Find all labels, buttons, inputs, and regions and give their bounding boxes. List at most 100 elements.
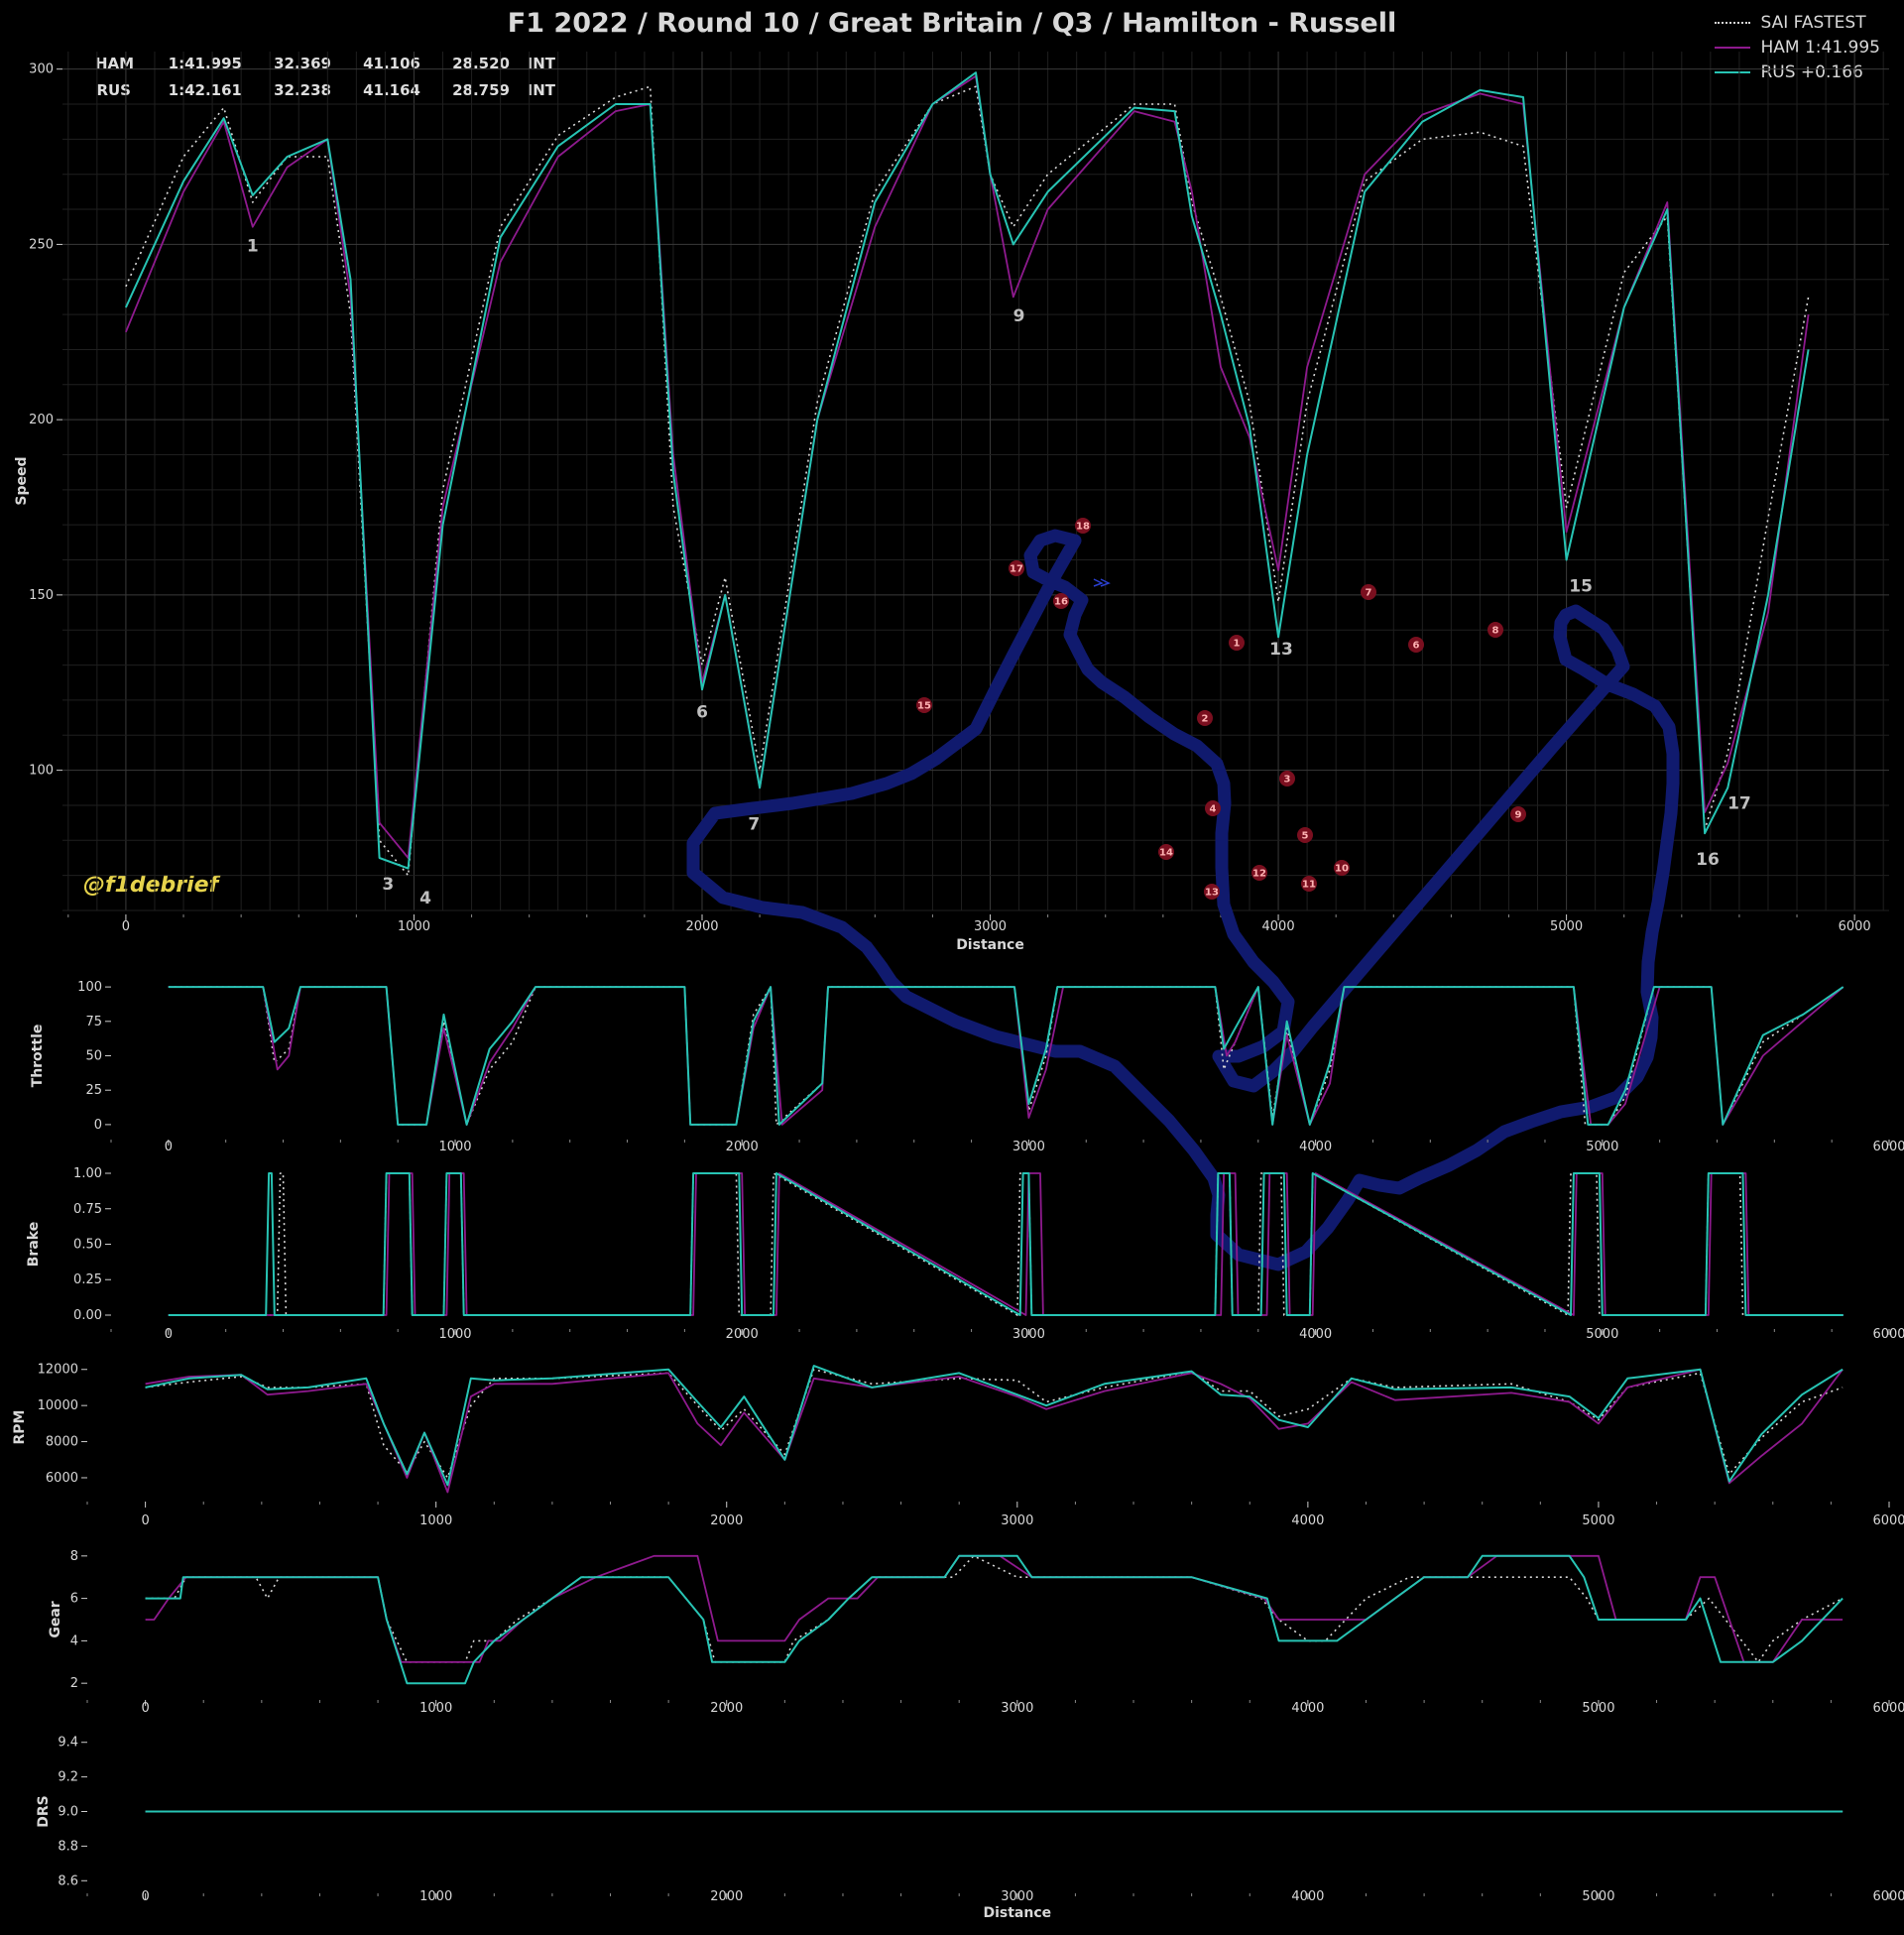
x-tick-label: 0 <box>122 919 130 934</box>
y-axis-label: Throttle <box>30 1025 46 1088</box>
corner-label: 9 <box>1013 306 1025 326</box>
y-tick-label: 8 <box>70 1549 78 1564</box>
track-corner-number: 17 <box>1010 564 1023 575</box>
y-tick-label: 1.00 <box>73 1166 102 1181</box>
track-corner-number: 5 <box>1302 831 1309 842</box>
track-corner-number: 6 <box>1413 641 1420 652</box>
track-outline <box>686 529 1680 1271</box>
y-tick-label: 100 <box>77 980 102 995</box>
corner-label: 6 <box>696 703 708 723</box>
rpm-line-ham <box>145 1368 1844 1494</box>
x-tick-label: 0 <box>141 1701 149 1716</box>
y-tick-label: 6000 <box>46 1471 78 1486</box>
track-corner-number: 4 <box>1210 804 1217 815</box>
x-tick-label: 5000 <box>1586 1327 1618 1342</box>
telemetry-charts: 0 1000 2000 3000 4000 5000 6000100150200250300… <box>12 52 1904 1921</box>
track-corner-number: 12 <box>1252 869 1266 880</box>
x-tick-label: 6000 <box>1872 1889 1904 1904</box>
x-axis-label: Distance <box>956 937 1024 953</box>
x-tick-label: 3000 <box>1012 1140 1045 1154</box>
corner-label: 1 <box>247 236 259 256</box>
x-tick-label: 1000 <box>419 1513 452 1528</box>
gear-line-ham <box>145 1554 1844 1663</box>
x-tick-label: 3000 <box>1001 1701 1033 1716</box>
y-axis-label: Speed <box>14 456 30 505</box>
corner-label: 16 <box>1696 850 1720 870</box>
y-axis-label: RPM <box>12 1410 28 1445</box>
x-tick-label: 1000 <box>398 919 430 934</box>
x-tick-label: 0 <box>165 1327 173 1342</box>
y-tick-label: 9.0 <box>58 1805 78 1820</box>
drs-panel: 0 1000 2000 3000 4000 5000 6000 8.6 8.8 9.0 9.2 9.4… <box>36 1736 1904 1921</box>
corner-label: 7 <box>748 815 760 835</box>
speed-line-sai <box>125 85 1810 877</box>
y-tick-label: 75 <box>85 1015 102 1029</box>
y-tick-label: 0 <box>94 1118 102 1133</box>
y-tick-label: 300 <box>29 62 54 77</box>
x-tick-label: 5000 <box>1550 919 1583 934</box>
x-tick-label: 3000 <box>1012 1327 1045 1342</box>
track-corner-number: 13 <box>1205 888 1219 899</box>
x-tick-label: 1000 <box>419 1889 452 1904</box>
y-axis-label: DRS <box>36 1795 52 1827</box>
y-tick-label: 6 <box>70 1592 78 1607</box>
track-corner-number: 1 <box>1234 639 1241 650</box>
y-tick-label: 8.8 <box>58 1839 78 1854</box>
track-corner-number: 11 <box>1302 880 1316 891</box>
x-tick-label: 2000 <box>710 1513 743 1528</box>
brake-line-ham <box>168 1172 1844 1316</box>
x-tick-label: 5000 <box>1586 1140 1618 1154</box>
brake-panel: 0 1000 2000 3000 4000 5000 6000 0.00 0.25 0.50 0.7… <box>26 1166 1904 1342</box>
x-tick-label: 1000 <box>438 1327 471 1342</box>
rpm-line-rus <box>145 1365 1844 1487</box>
x-tick-label: 4000 <box>1291 1889 1324 1904</box>
track-corner-number: 7 <box>1366 588 1372 599</box>
x-tick-label: 6000 <box>1839 919 1871 934</box>
y-tick-label: 9.4 <box>58 1736 78 1751</box>
x-tick-label: 4000 <box>1299 1140 1332 1154</box>
brake-line-sai <box>168 1172 1844 1316</box>
y-tick-label: 200 <box>29 413 54 427</box>
x-tick-label: 2000 <box>726 1140 759 1154</box>
x-tick-label: 1000 <box>438 1140 471 1154</box>
gear-line-sai <box>145 1555 1844 1663</box>
y-tick-label: 9.2 <box>58 1770 78 1785</box>
x-tick-label: 6000 <box>1872 1513 1904 1528</box>
x-tick-label: 0 <box>141 1513 149 1528</box>
track-corner-number: 14 <box>1159 848 1173 859</box>
track-corner-number: 10 <box>1335 864 1349 875</box>
x-tick-label: 6000 <box>1872 1140 1904 1154</box>
y-axis-label: Brake <box>26 1222 42 1267</box>
y-tick-label: 8.6 <box>58 1874 78 1888</box>
x-tick-label: 4000 <box>1299 1327 1332 1342</box>
direction-arrow-icon <box>1093 578 1111 587</box>
x-axis-label: Distance <box>983 1905 1051 1921</box>
corner-label: 17 <box>1727 793 1751 813</box>
x-tick-label: 0 <box>141 1889 149 1904</box>
track-corner-number: 18 <box>1076 522 1090 533</box>
y-tick-label: 2 <box>70 1676 78 1691</box>
x-tick-label: 2000 <box>726 1327 759 1342</box>
y-tick-label: 0.00 <box>73 1308 102 1323</box>
y-tick-label: 12000 <box>38 1363 78 1378</box>
x-tick-label: 4000 <box>1291 1701 1324 1716</box>
x-tick-label: 5000 <box>1582 1513 1614 1528</box>
track-corner-number: 15 <box>917 701 931 712</box>
x-tick-label: 3000 <box>974 919 1007 934</box>
x-tick-label: 2000 <box>710 1701 743 1716</box>
corner-label: 4 <box>419 889 431 908</box>
corner-label: 13 <box>1269 640 1293 660</box>
y-tick-label: 0.25 <box>73 1272 102 1287</box>
x-tick-label: 0 <box>165 1140 173 1154</box>
speed-panel: 0 1000 2000 3000 4000 5000 6000100150200250300… <box>14 52 1889 1271</box>
y-tick-label: 100 <box>29 764 54 779</box>
y-tick-label: 150 <box>29 588 54 603</box>
x-tick-label: 2000 <box>685 919 718 934</box>
x-tick-label: 6000 <box>1872 1327 1904 1342</box>
y-tick-label: 25 <box>85 1083 102 1098</box>
x-tick-label: 6000 <box>1872 1701 1904 1716</box>
x-tick-label: 5000 <box>1582 1889 1614 1904</box>
y-tick-label: 10000 <box>38 1398 78 1413</box>
x-tick-label: 3000 <box>1001 1513 1033 1528</box>
y-axis-label: Gear <box>48 1601 63 1637</box>
